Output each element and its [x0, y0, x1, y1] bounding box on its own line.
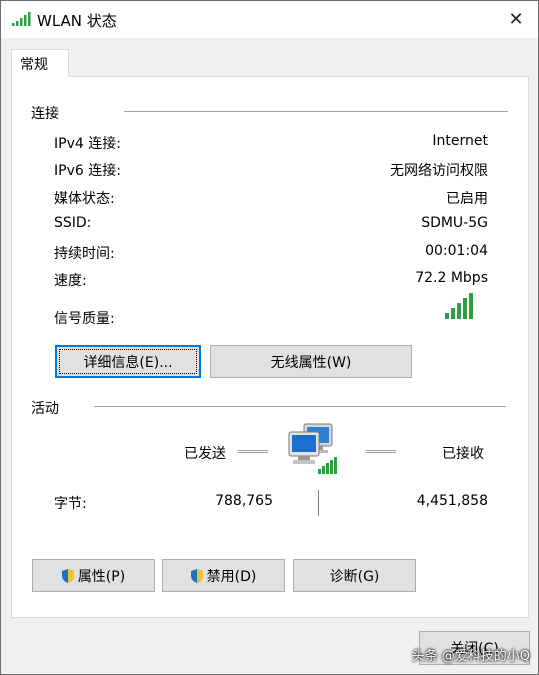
bytes-sent-value: 788,765	[215, 493, 273, 509]
ssid-label: SSID:	[54, 215, 92, 231]
signal-bar	[463, 298, 467, 319]
ipv6-value: 无网络访问权限	[390, 163, 488, 179]
duration-label: 持续时间:	[54, 246, 115, 262]
signal-bar	[457, 303, 461, 319]
disable-button-label: 禁用(D)	[206, 568, 257, 585]
speed-label: 速度:	[54, 273, 87, 289]
window-title: WLAN 状态	[37, 12, 117, 30]
duration-value: 00:01:04	[425, 243, 488, 259]
diagnose-button-label: 诊断(G)	[329, 568, 380, 585]
speed-value: 72.2 Mbps	[415, 270, 488, 286]
wireless-properties-button[interactable]: 无线属性(W)	[210, 345, 412, 378]
properties-button-label: 属性(P)	[77, 568, 126, 585]
properties-button[interactable]: 属性(P)	[32, 559, 155, 592]
focus-ring	[59, 349, 197, 374]
wlan-status-dialog: WLAN 状态 ✕ 常规 连接 IPv4 连接: Internet IPv6 连…	[0, 0, 539, 675]
ipv6-label: IPv6 连接:	[54, 163, 121, 179]
connection-group-label: 连接	[31, 106, 59, 122]
wifi-signal-icon	[12, 12, 31, 26]
tab-general[interactable]: 常规	[11, 49, 69, 77]
wireless-properties-label: 无线属性(W)	[270, 354, 352, 371]
details-button[interactable]: 详细信息(E)...	[55, 345, 201, 378]
signal-quality-label: 信号质量:	[54, 311, 115, 327]
activity-divider	[94, 406, 506, 407]
close-window-button[interactable]: ✕	[494, 1, 538, 38]
sent-label: 已发送	[184, 446, 226, 462]
ipv4-label: IPv4 连接:	[54, 136, 121, 152]
activity-group-label: 活动	[31, 401, 59, 417]
bytes-label: 字节:	[54, 496, 87, 512]
shield-icon	[61, 568, 74, 583]
general-panel: 连接 IPv4 连接: Internet IPv6 连接: 无网络访问权限 媒体…	[11, 76, 529, 618]
diagnose-button[interactable]: 诊断(G)	[293, 559, 416, 592]
sent-connector	[238, 450, 268, 453]
shield-icon	[190, 568, 203, 583]
close-icon: ✕	[508, 9, 524, 30]
bytes-received-value: 4,451,858	[416, 493, 488, 509]
signal-bar	[445, 313, 449, 319]
bytes-divider	[318, 490, 319, 516]
signal-strength-icon	[445, 293, 473, 319]
ipv4-value: Internet	[432, 133, 488, 149]
signal-bar	[469, 293, 473, 319]
title-bar[interactable]: WLAN 状态 ✕	[1, 1, 538, 38]
ssid-value: SDMU-5G	[421, 215, 488, 231]
received-connector	[366, 450, 396, 453]
media-state-label: 媒体状态:	[54, 191, 115, 207]
received-label: 已接收	[442, 446, 484, 462]
disable-button[interactable]: 禁用(D)	[162, 559, 285, 592]
connection-divider	[124, 111, 508, 112]
media-state-value: 已启用	[446, 191, 488, 207]
network-computers-icon	[288, 423, 337, 474]
signal-bar	[451, 308, 455, 319]
watermark: 头条 @爱科技的小Q	[411, 649, 530, 664]
